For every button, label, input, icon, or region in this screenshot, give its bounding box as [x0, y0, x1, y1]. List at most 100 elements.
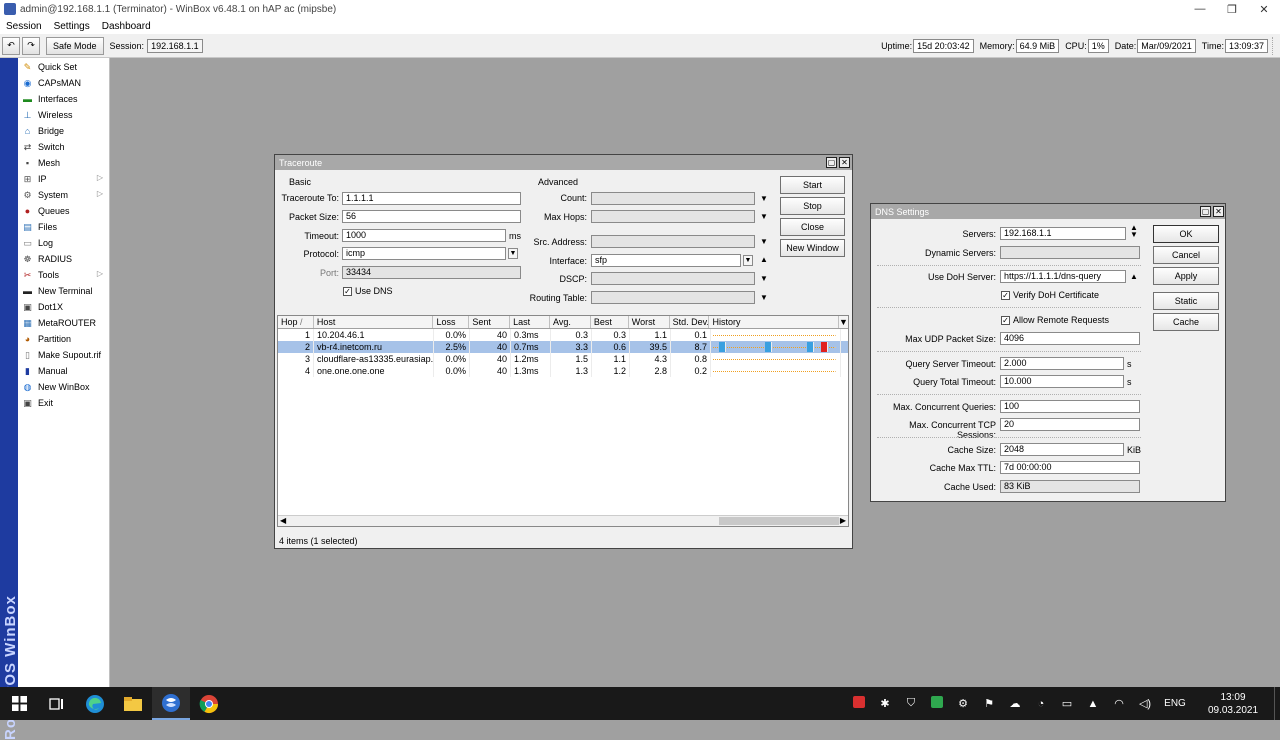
servers-updown-icon[interactable]: ▲ ▼ [1130, 224, 1138, 239]
sidebar-item-tools[interactable]: ✂ Tools ▷ [18, 267, 109, 283]
show-desktop-button[interactable] [1274, 687, 1280, 720]
protocol-select[interactable]: icmp [342, 247, 506, 260]
new-window-button[interactable]: New Window [780, 239, 845, 257]
src-address-dropdown-icon[interactable]: ▼ [760, 237, 768, 246]
sidebar-item-switch[interactable]: ⇄ Switch [18, 139, 109, 155]
routing-table-dropdown-icon[interactable]: ▼ [760, 293, 768, 302]
tray-headset-icon[interactable]: ◔ [1028, 698, 1054, 710]
menu-session[interactable]: Session [0, 21, 48, 32]
toolbar-grip[interactable] [1272, 37, 1276, 55]
scroll-left-icon[interactable]: ◀ [280, 516, 286, 525]
interface-select[interactable]: sfp [591, 254, 741, 267]
max-hops-dropdown-icon[interactable]: ▼ [760, 212, 768, 221]
chrome-browser-icon[interactable] [190, 687, 228, 720]
tray-app-red-icon[interactable] [846, 696, 872, 711]
undo-button[interactable]: ↶ [2, 36, 20, 55]
col-std-dev[interactable]: Std. Dev. [670, 316, 710, 328]
count-dropdown-icon[interactable]: ▼ [760, 194, 768, 203]
dns-titlebar[interactable]: DNS Settings ▢ ✕ [871, 204, 1225, 219]
traceroute-maximize-icon[interactable]: ▢ [826, 157, 837, 168]
sidebar-item-bridge[interactable]: ⌂ Bridge [18, 123, 109, 139]
sidebar-item-manual[interactable]: ▮ Manual [18, 363, 109, 379]
sidebar-item-wireless[interactable]: ⊥ Wireless [18, 107, 109, 123]
sidebar-item-radius[interactable]: ☸ RADIUS [18, 251, 109, 267]
sidebar-item-capsman[interactable]: ◉ CAPsMAN [18, 75, 109, 91]
col-loss[interactable]: Loss [433, 316, 470, 328]
sidebar-item-mesh[interactable]: ▪ Mesh [18, 155, 109, 171]
max-udp-input[interactable]: 4096 [1000, 332, 1140, 345]
tray-settings-icon[interactable]: ⚙ [950, 697, 976, 710]
tray-tools-icon[interactable]: ✱ [872, 697, 898, 710]
allow-remote-checkbox[interactable]: ✓ Allow Remote Requests [1001, 315, 1109, 325]
col-best[interactable]: Best [591, 316, 629, 328]
col-avg[interactable]: Avg. [550, 316, 591, 328]
sidebar-item-interfaces[interactable]: ▬ Interfaces [18, 91, 109, 107]
tray-security-icon[interactable]: ⛉ [898, 697, 924, 710]
close-window-button[interactable]: ✕ [1248, 0, 1280, 18]
column-menu-icon[interactable]: ▼ [839, 316, 848, 328]
menu-settings[interactable]: Settings [48, 21, 96, 32]
count-input[interactable] [591, 192, 755, 205]
edge-browser-icon[interactable] [76, 687, 114, 720]
max-hops-input[interactable] [591, 210, 755, 223]
use-doh-collapse-icon[interactable]: ▲ [1130, 272, 1138, 281]
query-total-timeout-input[interactable]: 10.000 [1000, 375, 1124, 388]
routing-table-input[interactable] [591, 291, 755, 304]
packet-size-input[interactable]: 56 [342, 210, 521, 223]
cancel-button[interactable]: Cancel [1153, 246, 1219, 264]
redo-button[interactable]: ↷ [22, 36, 40, 55]
sidebar-item-quick-set[interactable]: ✎ Quick Set [18, 59, 109, 75]
tray-wifi-icon[interactable]: ◠ [1106, 697, 1132, 710]
max-concurrent-queries-input[interactable]: 100 [1000, 400, 1140, 413]
servers-input[interactable]: 192.168.1.1 [1000, 227, 1126, 240]
interface-collapse-icon[interactable]: ▲ [760, 255, 768, 264]
scroll-right-icon[interactable]: ▶ [840, 516, 846, 525]
use-doh-select[interactable]: https://1.1.1.1/dns-query [1000, 270, 1126, 283]
tray-network-icon[interactable]: ▲ [1080, 698, 1106, 710]
timeout-input[interactable]: 1000 [342, 229, 506, 242]
col-host[interactable]: Host [314, 316, 434, 328]
col-hop[interactable]: Hop / [278, 316, 314, 328]
task-view-icon[interactable] [38, 687, 76, 720]
sidebar-item-new-terminal[interactable]: ▬ New Terminal [18, 283, 109, 299]
sidebar-item-new-winbox[interactable]: ◍ New WinBox [18, 379, 109, 395]
start-windows-icon[interactable] [0, 687, 38, 720]
file-explorer-icon[interactable] [114, 687, 152, 720]
cache-size-input[interactable]: 2048 [1000, 443, 1124, 456]
traceroute-titlebar[interactable]: Traceroute ▢ ✕ [275, 155, 852, 170]
sidebar-item-partition[interactable]: ◕ Partition [18, 331, 109, 347]
col-last[interactable]: Last [510, 316, 551, 328]
use-dns-checkbox[interactable]: ✓ Use DNS [343, 286, 393, 296]
sidebar-item-files[interactable]: ▤ Files [18, 219, 109, 235]
static-button[interactable]: Static [1153, 292, 1219, 310]
sidebar-item-exit[interactable]: ▣ Exit [18, 395, 109, 411]
verify-doh-checkbox[interactable]: ✓ Verify DoH Certificate [1001, 290, 1099, 300]
session-field[interactable]: 192.168.1.1 [147, 38, 203, 53]
dns-close-icon[interactable]: ✕ [1213, 206, 1224, 217]
sidebar-item-metarouter[interactable]: ▦ MetaROUTER [18, 315, 109, 331]
sidebar-item-ip[interactable]: ⊞ IP ▷ [18, 171, 109, 187]
ok-button[interactable]: OK [1153, 225, 1219, 243]
sidebar-item-system[interactable]: ⚙ System ▷ [18, 187, 109, 203]
taskbar-clock[interactable]: 13:09 09.03.2021 [1192, 691, 1274, 717]
apply-button[interactable]: Apply [1153, 267, 1219, 285]
winbox-taskbar-icon[interactable] [152, 687, 190, 720]
language-indicator[interactable]: ENG [1158, 698, 1192, 709]
table-row[interactable]: 2 vb-r4.inetcom.ru 2.5% 40 0.7ms 3.3 0.6 39.5 8.… [278, 341, 848, 353]
scroll-thumb[interactable] [719, 517, 839, 525]
dscp-input[interactable] [591, 272, 755, 285]
col-sent[interactable]: Sent [469, 316, 511, 328]
sidebar-item-dot1x[interactable]: ▣ Dot1X [18, 299, 109, 315]
col-worst[interactable]: Worst [629, 316, 670, 328]
cache-max-ttl-input[interactable]: 7d 00:00:00 [1000, 461, 1140, 474]
src-address-input[interactable] [591, 235, 755, 248]
interface-dropdown-icon[interactable]: ▼ [743, 255, 753, 266]
col-history[interactable]: History [709, 316, 840, 328]
table-row[interactable]: 4 one.one.one.one 0.0% 40 1.3ms 1.3 1.2 2.8 0.2 [278, 365, 848, 377]
horizontal-scrollbar[interactable]: ◀ ▶ [278, 515, 848, 526]
tray-cloud-icon[interactable]: ☁ [1002, 697, 1028, 710]
maximize-button[interactable]: ❐ [1216, 0, 1248, 18]
stop-button[interactable]: Stop [780, 197, 845, 215]
table-row[interactable]: 1 10.204.46.1 0.0% 40 0.3ms 0.3 0.3 1.1 0.1 [278, 329, 848, 341]
table-row[interactable]: 3 cloudflare-as13335.eurasiap... 0.0% 40 1.2… [278, 353, 848, 365]
